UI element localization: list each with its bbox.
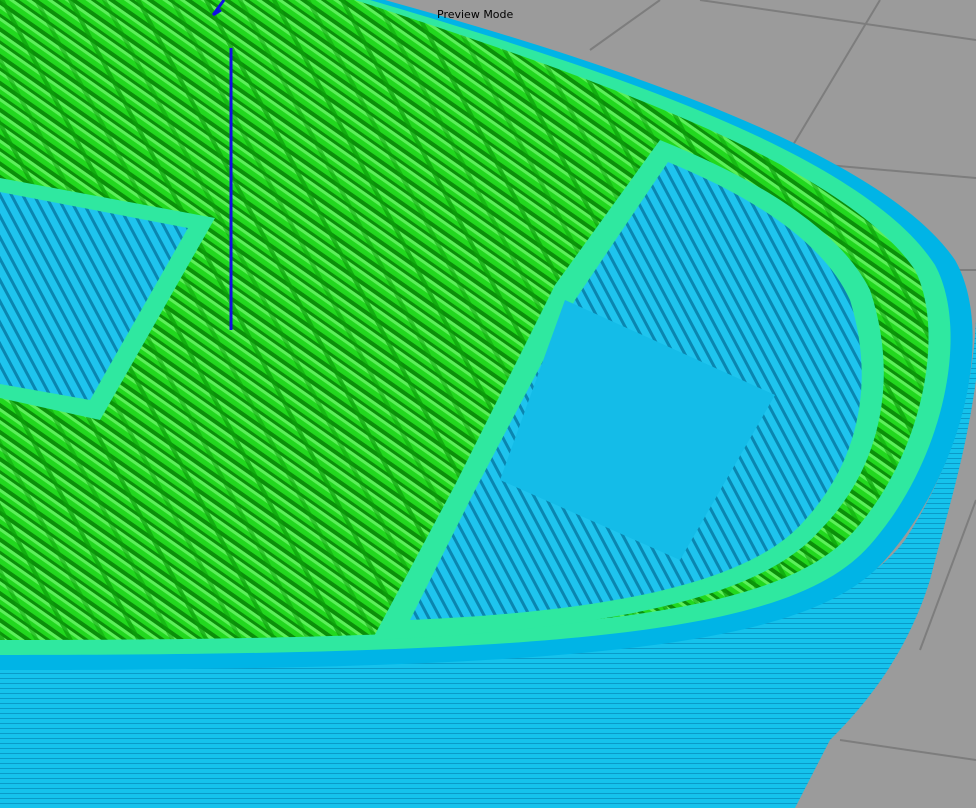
preview-mode-label: Preview Mode xyxy=(437,8,514,21)
3d-preview-viewport[interactable] xyxy=(0,0,976,808)
